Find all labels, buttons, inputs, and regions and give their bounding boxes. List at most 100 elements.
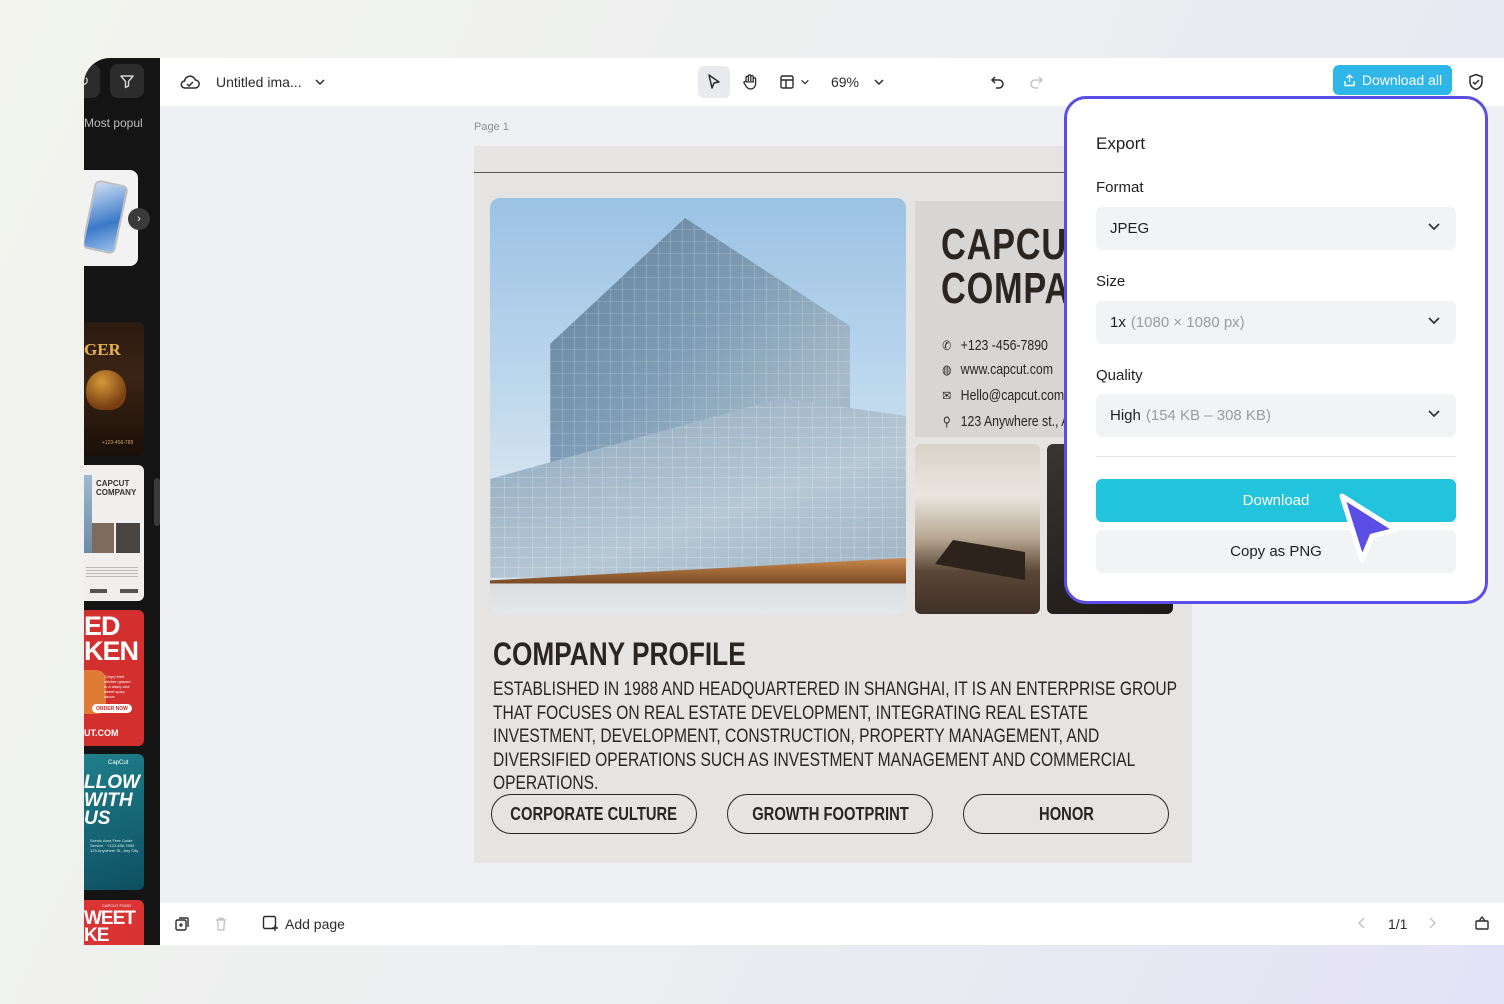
profile-heading: COMPANY PROFILE [493, 636, 746, 672]
template-company-buttons [90, 589, 138, 593]
size-value: 1x [1110, 314, 1126, 331]
template-chicken-text: ED KEN [84, 611, 139, 666]
template-company[interactable]: CAPCUT COMPANY [84, 465, 144, 601]
pill-label: HONOR [1038, 803, 1094, 824]
layers-icon [1475, 915, 1489, 930]
hand-tool-button[interactable] [734, 66, 766, 98]
template-sweet[interactable]: CAPCUT FOOD WEET KE [84, 900, 144, 945]
email-text: Hello@capcut.com [960, 387, 1065, 404]
burger-image [86, 370, 126, 410]
corporate-culture-button[interactable]: CORPORATE CULTURE [491, 794, 697, 834]
pill-label: GROWTH FOOTPRINT [751, 803, 909, 824]
zoom-value: 69% [830, 74, 860, 90]
template-company-text [86, 567, 138, 577]
pill-label: CORPORATE CULTURE [510, 803, 678, 824]
bottom-toolbar: Add page 1/1 [160, 903, 1504, 945]
chevron-down-icon [1428, 317, 1440, 325]
size-select[interactable]: 1x (1080 × 1080 px) [1096, 301, 1456, 344]
undo-icon [990, 76, 1004, 89]
shield-button[interactable] [1464, 70, 1488, 94]
duplicate-icon [175, 917, 189, 931]
export-divider [1096, 456, 1456, 457]
cloud-save-button[interactable] [178, 70, 202, 94]
document-title[interactable]: Untitled ima... [216, 70, 326, 94]
chevron-right-icon: › [137, 213, 141, 225]
meeting-room-photo[interactable] [915, 444, 1040, 614]
page-indicator: 1/1 [1388, 916, 1408, 932]
next-page-button[interactable] [1426, 916, 1438, 930]
section-label: Most popul [84, 116, 143, 130]
contact-phone: ✆ +123 -456-7890 [941, 337, 1048, 354]
template-sweet-text: WEET KE [84, 908, 136, 945]
export-title: Export [1096, 134, 1146, 153]
phone-icon: ✆ [942, 337, 952, 353]
globe-icon: ◍ [942, 361, 952, 377]
template-follow[interactable]: CapCut LLOW WITH US Scenic Area Free Gui… [84, 754, 144, 890]
contact-website: ◍ www.capcut.com [941, 361, 1053, 378]
share-icon [1344, 73, 1355, 86]
quality-detail: (154 KB – 308 KB) [1145, 407, 1271, 424]
template-company-title: CAPCUT COMPANY [96, 479, 137, 497]
undo-button[interactable] [986, 70, 1010, 94]
add-page-button[interactable]: Add page [262, 915, 345, 932]
template-follow-text: LLOW WITH US [84, 772, 140, 829]
export-panel: Export Format JPEG Size 1x (1080 × 1080 … [1064, 96, 1488, 604]
redo-button[interactable] [1024, 70, 1048, 94]
hand-icon [743, 74, 757, 90]
format-label: Format [1096, 179, 1144, 196]
redo-icon [1030, 76, 1044, 89]
zoom-dropdown[interactable]: 69% [826, 66, 890, 98]
contact-email: ✉ Hello@capcut.com [941, 387, 1064, 404]
next-arrow-button[interactable]: › [128, 208, 150, 230]
layout-menu-button[interactable] [774, 66, 814, 98]
profile-body: ESTABLISHED IN 1988 AND HEADQUARTERED IN… [493, 679, 1177, 794]
template-chicken-url: UT.COM [84, 728, 119, 738]
select-tool-button[interactable] [698, 66, 730, 98]
template-follow-logo: CapCut [108, 760, 129, 766]
prev-page-button[interactable] [1356, 916, 1368, 930]
honor-button[interactable]: HONOR [963, 794, 1169, 834]
download-all-button[interactable]: Download all [1333, 65, 1452, 95]
copy-as-png-button[interactable]: Copy as PNG [1096, 530, 1456, 573]
location-pin-icon: ⚲ [942, 413, 951, 429]
chevron-down-icon [874, 79, 884, 86]
delete-page-button[interactable] [213, 916, 229, 932]
template-burger[interactable]: GER +123-456-789 [84, 322, 144, 456]
duplicate-page-button[interactable] [174, 916, 190, 932]
quality-select[interactable]: High (154 KB – 308 KB) [1096, 394, 1456, 437]
filter-button[interactable] [110, 64, 144, 98]
template-company-building [84, 475, 92, 553]
size-label: Size [1096, 273, 1126, 290]
quality-label: Quality [1096, 367, 1143, 384]
layout-icon [779, 75, 794, 89]
mouse-cursor-icon [1339, 493, 1399, 563]
template-burger-text: GER [84, 340, 121, 359]
building-photo[interactable] [490, 198, 906, 614]
chevron-down-icon [315, 79, 325, 86]
growth-footprint-button[interactable]: GROWTH FOOTPRINT [727, 794, 933, 834]
template-chicken-desc: Crispy fried chicken glazed in a sticky … [104, 674, 131, 699]
trash-icon [216, 917, 226, 931]
website-text: www.capcut.com [960, 361, 1053, 378]
format-select[interactable]: JPEG [1096, 207, 1456, 250]
template-chicken-order: ORDER NOW [92, 704, 132, 713]
page-settings-button[interactable] [1474, 915, 1490, 931]
template-chicken[interactable]: ED KEN Crispy fried chicken glazed in a … [84, 610, 144, 746]
sidebar-menu-button[interactable]: ↻ [84, 64, 100, 98]
template-company-photo [92, 523, 114, 553]
download-all-label: Download all [1361, 72, 1443, 88]
document-title-text: Untitled ima... [216, 74, 302, 90]
cloud-icon [180, 75, 200, 89]
page-label: Page 1 [474, 121, 509, 133]
pointer-icon [708, 74, 720, 89]
template-follow-info: Scenic Area Free Guide Service · +123-45… [90, 838, 139, 853]
mail-icon: ✉ [942, 387, 952, 403]
chevron-right-icon [1429, 917, 1437, 929]
template-sidebar: ↻ Most popul › GER +123-456-789 CAPCUT C… [84, 58, 160, 945]
download-button[interactable]: Download [1096, 479, 1456, 522]
chevron-down-icon [1428, 223, 1440, 231]
template-burger-phone: +123-456-789 [102, 440, 134, 446]
chevron-down-icon [800, 79, 809, 85]
phone-image [84, 179, 129, 255]
format-value: JPEG [1110, 220, 1150, 237]
